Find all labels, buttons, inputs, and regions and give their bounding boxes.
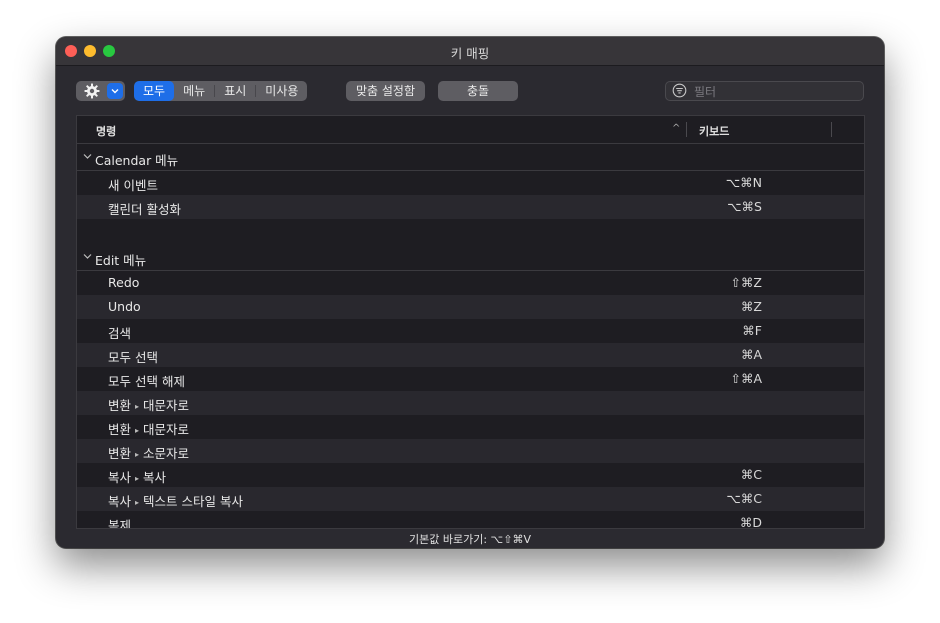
table-row[interactable]: 새 이벤트 ⌥⌘N [77,171,864,195]
column-divider [831,122,832,137]
command-name: 변환 ▸ 소문자로 [108,443,189,462]
column-header-shortcut[interactable]: 키보드 [699,123,729,139]
chevron-down-icon[interactable] [83,153,92,160]
menu-group-header[interactable]: Calendar 메뉴 [77,144,864,171]
toolbar: 모두 메뉴 표시 미사용 맞춤 설정함 충돌 필터 [56,81,884,103]
command-name-part: 변환 [108,422,132,437]
command-name-part: 대문자로 [143,398,190,413]
submenu-arrow-icon: ▸ [135,498,140,507]
command-name: 복사 ▸ 복사 [108,467,166,486]
chevron-down-icon[interactable] [107,83,123,99]
filter-search-field[interactable]: 필터 [665,81,864,101]
menu-group-name: Edit 메뉴 [95,253,147,268]
shortcut-value[interactable]: ⇧⌘Z [730,275,762,290]
table-row[interactable]: 모두 선택 해제 ⇧⌘A [77,367,864,391]
command-name: 검색 [108,326,132,341]
submenu-arrow-icon: ▸ [135,402,140,411]
table-row[interactable]: Redo ⇧⌘Z [77,271,864,295]
shortcut-value[interactable]: ⇧⌘A [730,371,762,386]
table-row[interactable]: 변환 ▸ 소문자로 [77,439,864,463]
filter-icon [672,83,687,98]
command-name: Undo [108,299,141,314]
command-name-part: 대문자로 [143,422,190,437]
chevron-down-icon[interactable] [83,253,92,260]
default-shortcut-footer: 기본값 바로가기: ⌥⇧⌘V [409,533,531,546]
table-row[interactable]: 캘린더 활성화 ⌥⌘S [77,195,864,219]
menu-group-name: Calendar 메뉴 [95,153,179,168]
command-name: 모두 선택 해제 [108,374,185,389]
command-name: 변환 ▸ 대문자로 [108,395,189,414]
command-name: 새 이벤트 [108,178,158,193]
command-name: 캘린더 활성화 [108,202,181,217]
command-name: Redo [108,275,140,290]
submenu-arrow-icon: ▸ [135,426,140,435]
command-name: 변환 ▸ 대문자로 [108,419,189,438]
table-header: 명령 ^ 키보드 [77,116,864,144]
window-title: 키 매핑 [450,46,490,61]
menu-group-header[interactable]: Edit 메뉴 [77,244,864,271]
title-bar: 키 매핑 [56,37,884,66]
command-name: 모두 선택 [108,350,158,365]
command-name: 복사 ▸ 텍스트 스타일 복사 [108,491,243,510]
table-row[interactable]: 변환 ▸ 대문자로 [77,391,864,415]
tab-unused[interactable]: 미사용 [256,81,307,101]
gear-icon [84,83,100,99]
command-name-part: 변환 [108,446,132,461]
command-name-part: 변환 [108,398,132,413]
command-name: 복제 [108,518,132,529]
submenu-arrow-icon: ▸ [135,474,140,483]
conflicts-button[interactable]: 충돌 [438,81,518,101]
filter-segmented-control: 모두 메뉴 표시 미사용 [134,81,308,101]
shortcut-value[interactable]: ⌥⌘S [727,199,762,214]
column-divider [686,122,687,137]
command-name-part: 복사 [143,470,167,485]
table-row[interactable]: 복사 ▸ 복사 ⌘C [77,463,864,487]
key-mapping-window: 키 매핑 모두 메뉴 표시 미사용 맞춤 설정함 충돌 필터 명령 ^ 키보드 … [56,37,884,548]
table-row[interactable]: 모두 선택 ⌘A [77,343,864,367]
command-name-part: 소문자로 [143,446,190,461]
shortcut-value[interactable]: ⌘Z [741,299,762,314]
tab-menus[interactable]: 메뉴 [174,81,214,101]
table-row[interactable]: 복제 ⌘D [77,511,864,529]
customized-button[interactable]: 맞춤 설정함 [346,81,425,101]
shortcut-value[interactable]: ⌥⌘N [726,175,762,190]
shortcut-value[interactable]: ⌘D [740,515,762,528]
tab-displayed[interactable]: 표시 [215,81,255,101]
action-menu-button[interactable] [76,81,125,101]
column-header-command[interactable]: 명령 [96,123,116,139]
command-name-part: 복사 [108,470,132,485]
submenu-arrow-icon: ▸ [135,450,140,459]
shortcut-value[interactable]: ⌘F [742,323,762,338]
sort-ascending-icon: ^ [672,123,681,134]
table-row[interactable]: Undo ⌘Z [77,295,864,319]
table-row[interactable]: 변환 ▸ 대문자로 [77,415,864,439]
shortcut-value[interactable]: ⌘C [741,467,762,482]
key-mapping-table: 명령 ^ 키보드 Calendar 메뉴새 이벤트 ⌥⌘N 캘린더 활성화 ⌥⌘S Ed… [76,115,865,529]
tab-all[interactable]: 모두 [134,81,175,101]
command-name-part: 복사 [108,494,132,509]
shortcut-value[interactable]: ⌘A [741,347,762,362]
table-row[interactable]: 복사 ▸ 텍스트 스타일 복사 ⌥⌘C [77,487,864,511]
table-row[interactable]: 검색 ⌘F [77,319,864,343]
shortcut-value[interactable]: ⌥⌘C [726,491,762,506]
command-name-part: 텍스트 스타일 복사 [143,494,243,509]
search-placeholder: 필터 [694,85,717,99]
